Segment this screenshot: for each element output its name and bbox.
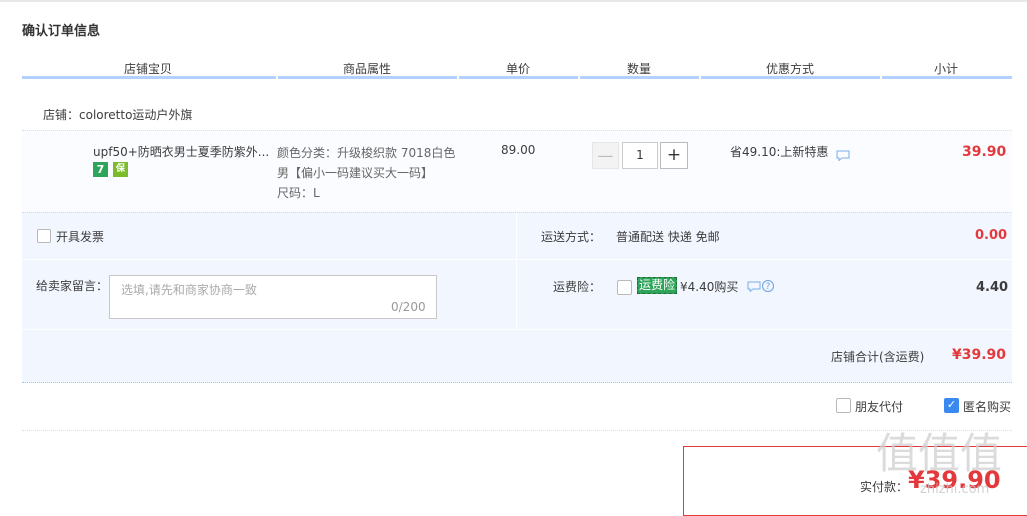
header-separator — [699, 76, 701, 79]
item-title[interactable]: upf50+防晒衣男士夏季防紫外... — [93, 143, 271, 160]
section-divider — [22, 430, 1012, 432]
panel-divider — [22, 259, 1012, 260]
header-separator — [880, 76, 882, 79]
shop-name[interactable]: 店铺：coloretto运动户外旗 — [43, 106, 192, 123]
panel-divider — [22, 329, 1012, 330]
watermark-logo: 值值值 zhizhi.com — [876, 429, 1002, 497]
unit-price: 89.00 — [501, 143, 536, 157]
header-attributes: 商品属性 — [343, 62, 392, 76]
insurance-checkbox[interactable] — [617, 280, 632, 295]
invoice-label[interactable]: 开具发票 — [56, 228, 104, 245]
shop-label: 店铺： — [43, 108, 80, 122]
shop-link[interactable]: coloretto运动户外旗 — [79, 108, 192, 122]
guarantee-icon[interactable]: 保 — [113, 162, 128, 177]
svg-text:值值值: 值值值 — [876, 429, 1002, 478]
chat-icon[interactable] — [747, 281, 761, 292]
header-separator — [578, 76, 580, 79]
header-price: 单价 — [506, 62, 531, 76]
header-subtotal: 小计 — [934, 62, 959, 76]
insurance-tag: 运费险 — [637, 277, 678, 294]
header-promo: 优惠方式 — [766, 62, 815, 76]
anonymous-checkbox[interactable]: ✓ — [944, 398, 959, 413]
help-icon[interactable]: ? — [762, 280, 774, 292]
chat-icon[interactable] — [836, 150, 850, 161]
quantity-input[interactable]: 1 — [622, 142, 658, 169]
insurance-price: ¥4.40购买 — [680, 280, 739, 294]
attr-note: 男【偏小一码建议买大一码】 — [277, 166, 434, 180]
header-separator — [276, 76, 278, 79]
top-divider — [0, 0, 1027, 2]
friend-pay-checkbox[interactable] — [836, 398, 851, 413]
friend-pay-label[interactable]: 朋友代付 — [855, 398, 903, 415]
quantity-decrease-button[interactable]: — — [592, 142, 619, 169]
item-subtotal: 39.90 — [962, 144, 1007, 160]
item-attributes: 颜色分类：升级梭织款 7018白色 男【偏小一码建议买大一码】 尺码：L — [277, 143, 467, 203]
shop-total-label: 店铺合计(含运费) — [831, 350, 925, 364]
svg-text:zhizhi.com: zhizhi.com — [920, 482, 989, 497]
attr-size: 尺码：L — [277, 186, 320, 200]
shipping-fee: 0.00 — [975, 228, 1008, 243]
message-placeholder: 选填,请先和商家协商一致 — [121, 283, 257, 297]
header-quantity: 数量 — [627, 62, 652, 76]
shipping-label: 运送方式： — [541, 230, 602, 244]
shop-total-value: ¥39.90 — [952, 347, 1007, 363]
shipping-method[interactable]: 普通配送 快递 免邮 — [616, 228, 720, 245]
message-label: 给卖家留言： — [36, 279, 109, 293]
table-header: 店铺宝贝 商品属性 单价 数量 优惠方式 小计 — [22, 58, 1012, 78]
insurance-fee: 4.40 — [976, 280, 1009, 295]
seven-day-return-icon[interactable]: 7 — [93, 162, 108, 177]
invoice-checkbox[interactable] — [37, 229, 51, 243]
header-item: 店铺宝贝 — [124, 62, 173, 76]
promo-text: 省49.10:上新特惠 — [730, 145, 829, 159]
panel-divider — [516, 213, 517, 329]
header-underline — [22, 76, 1012, 79]
quantity-increase-button[interactable]: + — [660, 142, 688, 169]
insurance-label: 运费险： — [553, 280, 602, 294]
anonymous-label[interactable]: 匿名购买 — [963, 398, 1011, 415]
message-char-count: 0/200 — [391, 300, 426, 314]
attr-color: 颜色分类：升级梭织款 7018白色 — [277, 146, 456, 160]
header-separator — [457, 76, 459, 79]
page-title: 确认订单信息 — [22, 24, 101, 39]
